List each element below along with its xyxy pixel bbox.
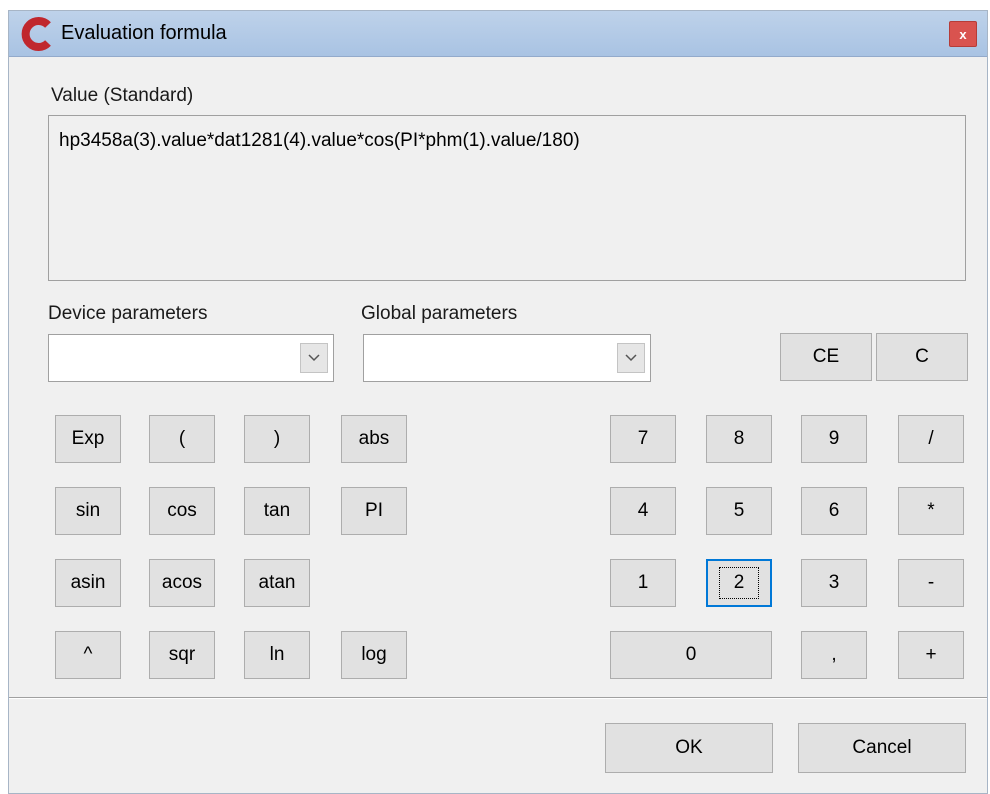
close-button[interactable]: x [949, 21, 977, 47]
digit-9-button[interactable]: 9 [801, 415, 867, 463]
global-parameters-label: Global parameters [361, 303, 518, 324]
window-title: Evaluation formula [61, 22, 227, 44]
tan-button[interactable]: tan [244, 487, 310, 535]
footer-divider [9, 697, 987, 699]
cancel-button[interactable]: Cancel [798, 723, 966, 773]
title-bar: Evaluation formula x [9, 11, 987, 57]
digit-2-button[interactable]: 2 [706, 559, 772, 607]
comma-button[interactable]: , [801, 631, 867, 679]
formula-label: Value (Standard) [51, 85, 194, 106]
atan-button[interactable]: atan [244, 559, 310, 607]
evaluation-formula-dialog: Evaluation formula x Value (Standard) hp… [8, 10, 988, 794]
digit-2-label: 2 [718, 567, 760, 599]
digit-1-button[interactable]: 1 [610, 559, 676, 607]
clear-entry-button[interactable]: CE [780, 333, 872, 381]
digit-5-button[interactable]: 5 [706, 487, 772, 535]
abs-button[interactable]: abs [341, 415, 407, 463]
asin-button[interactable]: asin [55, 559, 121, 607]
sin-button[interactable]: sin [55, 487, 121, 535]
pi-button[interactable]: PI [341, 487, 407, 535]
close-paren-button[interactable]: ) [244, 415, 310, 463]
acos-button[interactable]: acos [149, 559, 215, 607]
formula-editor[interactable]: hp3458a(3).value*dat1281(4).value*cos(PI… [48, 115, 966, 281]
add-button[interactable]: + [898, 631, 964, 679]
chevron-down-icon[interactable] [617, 343, 645, 373]
sqr-button[interactable]: sqr [149, 631, 215, 679]
subtract-button[interactable]: - [898, 559, 964, 607]
digit-7-button[interactable]: 7 [610, 415, 676, 463]
ln-button[interactable]: ln [244, 631, 310, 679]
power-button[interactable]: ^ [55, 631, 121, 679]
device-parameters-label: Device parameters [48, 303, 208, 324]
divide-button[interactable]: / [898, 415, 964, 463]
formula-text: hp3458a(3).value*dat1281(4).value*cos(PI… [59, 130, 580, 151]
digit-8-button[interactable]: 8 [706, 415, 772, 463]
digit-3-button[interactable]: 3 [801, 559, 867, 607]
global-parameters-select[interactable] [363, 334, 651, 382]
clear-button[interactable]: C [876, 333, 968, 381]
log-button[interactable]: log [341, 631, 407, 679]
open-paren-button[interactable]: ( [149, 415, 215, 463]
digit-6-button[interactable]: 6 [801, 487, 867, 535]
digit-4-button[interactable]: 4 [610, 487, 676, 535]
app-logo-icon [21, 17, 51, 51]
chevron-down-icon[interactable] [300, 343, 328, 373]
device-parameters-select[interactable] [48, 334, 334, 382]
close-icon: x [959, 26, 967, 42]
exp-button[interactable]: Exp [55, 415, 121, 463]
ok-button[interactable]: OK [605, 723, 773, 773]
digit-0-button[interactable]: 0 [610, 631, 772, 679]
cos-button[interactable]: cos [149, 487, 215, 535]
multiply-button[interactable]: * [898, 487, 964, 535]
